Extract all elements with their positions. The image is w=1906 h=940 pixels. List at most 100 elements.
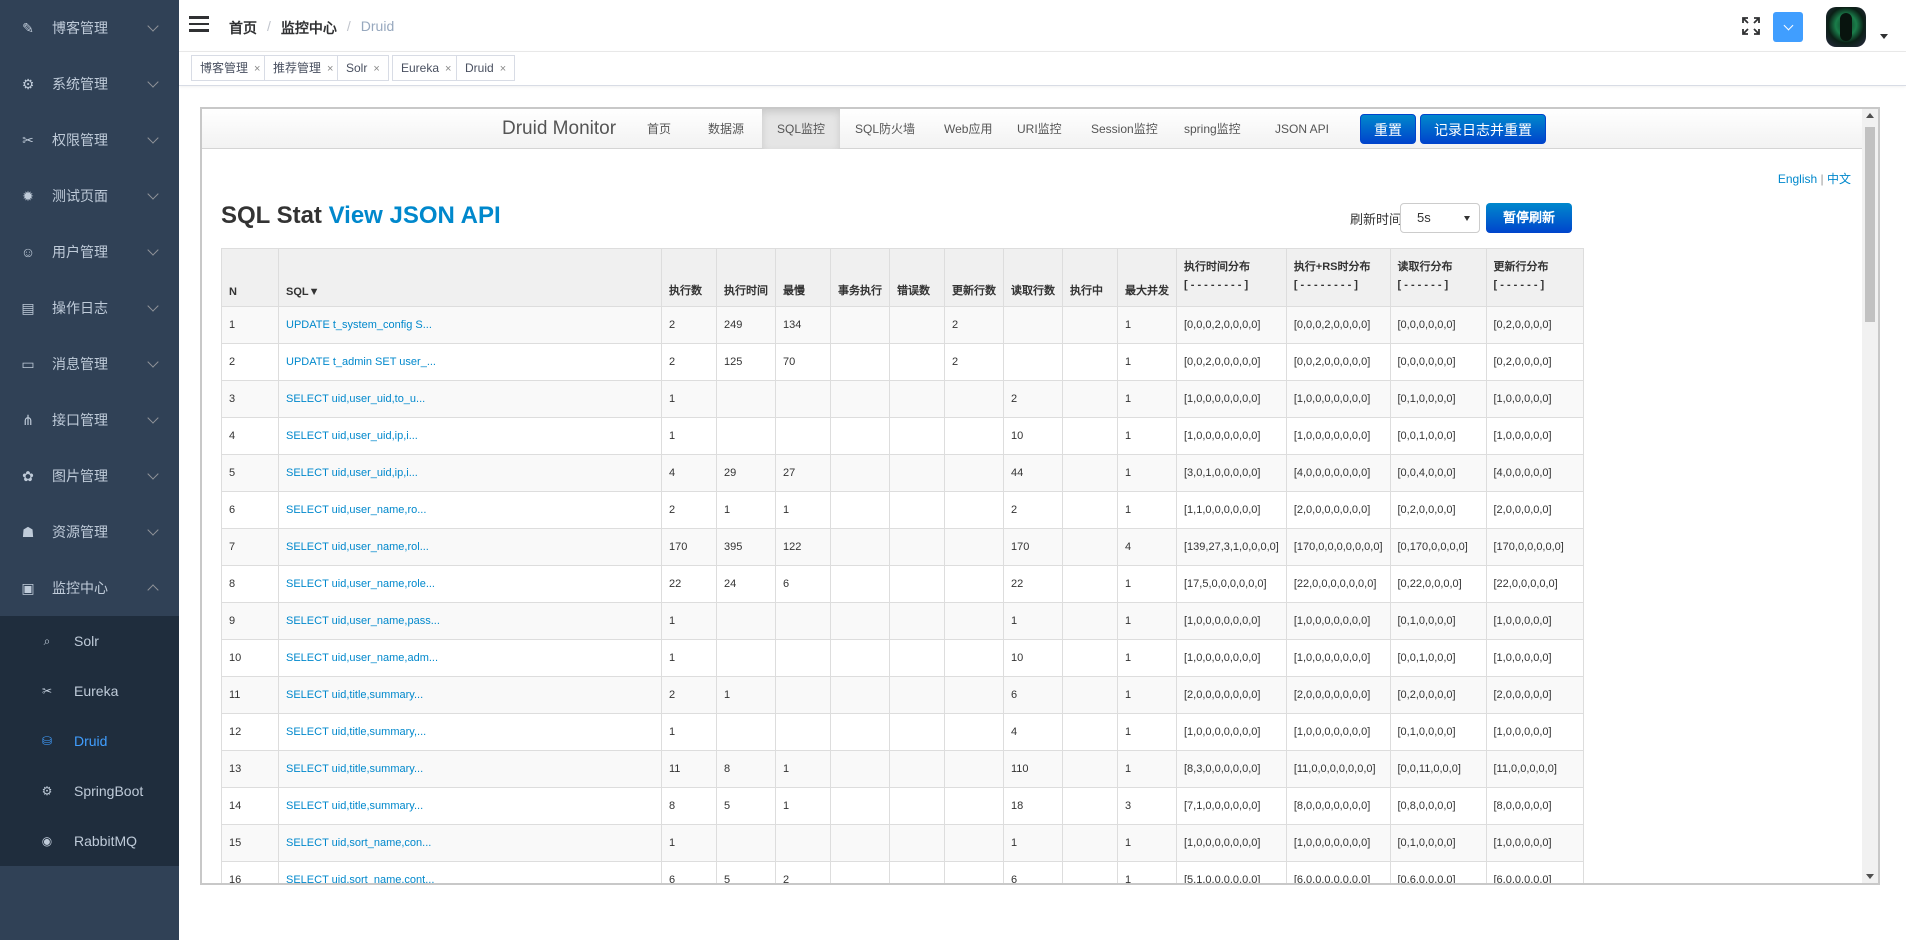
scroll-down-icon[interactable]: [1866, 874, 1874, 879]
log-and-reset-button[interactable]: 记录日志并重置: [1420, 114, 1546, 144]
column-header: 读取行数: [1003, 248, 1063, 307]
sql-link[interactable]: SELECT uid,user_name,rol...: [278, 528, 662, 566]
druid-nav-item[interactable]: SQL监控: [762, 109, 841, 149]
scroll-up-icon[interactable]: [1866, 113, 1874, 118]
avatar[interactable]: [1826, 7, 1866, 47]
chevron-down-icon: [147, 244, 159, 256]
tag-label: Druid: [465, 61, 494, 75]
table-cell: 1: [1117, 491, 1177, 529]
table-cell: [889, 639, 945, 677]
sql-link[interactable]: SELECT uid,user_name,pass...: [278, 602, 662, 640]
table-cell: [944, 787, 1004, 825]
druid-nav-item[interactable]: 数据源: [693, 109, 759, 149]
druid-nav-item[interactable]: Session监控: [1076, 109, 1173, 149]
caret-down-icon[interactable]: [1880, 34, 1888, 39]
pause-refresh-button[interactable]: 暂停刷新: [1486, 203, 1572, 233]
refresh-interval-select[interactable]: 5s: [1400, 203, 1480, 233]
sql-link[interactable]: SELECT uid,user_name,role...: [278, 565, 662, 603]
close-icon[interactable]: ×: [373, 63, 379, 75]
tag-item[interactable]: 博客管理 ×: [191, 55, 270, 81]
fullscreen-icon[interactable]: [1742, 17, 1760, 35]
table-cell: 1: [1117, 417, 1177, 455]
table-cell: 22: [661, 565, 717, 603]
table-cell: 1: [1117, 306, 1177, 344]
sidebar-item-8[interactable]: ✿ 图片管理: [0, 448, 179, 504]
sidebar-item-4[interactable]: ☺ 用户管理: [0, 224, 179, 280]
table-cell: [0,2,0,0,0,0]: [1485, 343, 1584, 381]
tag-item[interactable]: Eureka ×: [392, 55, 461, 81]
sql-link[interactable]: SELECT uid,title,summary...: [278, 676, 662, 714]
druid-nav-item[interactable]: URI监控: [1002, 109, 1077, 149]
sidebar-item-6[interactable]: ▭ 消息管理: [0, 336, 179, 392]
chevron-down-icon: [147, 20, 159, 32]
close-icon[interactable]: ×: [445, 63, 451, 75]
reset-button[interactable]: 重置: [1360, 114, 1416, 144]
druid-brand[interactable]: Druid Monitor: [502, 118, 616, 140]
table-cell: 1: [221, 306, 279, 344]
table-cell: [170,0,0,0,0,0]: [1485, 528, 1584, 566]
close-icon[interactable]: ×: [327, 63, 333, 75]
table-cell: [830, 750, 890, 788]
sidebar-item-7[interactable]: ⋔ 接口管理: [0, 392, 179, 448]
table-cell: 249: [716, 306, 776, 344]
submenu-item-2[interactable]: ⛁ Druid: [0, 716, 179, 766]
druid-nav-item[interactable]: 首页: [632, 109, 686, 149]
header-dropdown-button[interactable]: [1773, 12, 1803, 42]
druid-nav-item[interactable]: JSON API: [1260, 109, 1344, 149]
hamburger-icon[interactable]: [189, 16, 209, 34]
submenu-item-0[interactable]: ⌕ Solr: [0, 616, 179, 666]
table-cell: [889, 343, 945, 381]
submenu-item-label: RabbitMQ: [74, 833, 138, 849]
sidebar-item-10[interactable]: ▣ 监控中心: [0, 560, 179, 616]
close-icon[interactable]: ×: [500, 63, 506, 75]
sql-link[interactable]: SELECT uid,user_uid,ip,i...: [278, 454, 662, 492]
sql-link[interactable]: SELECT uid,sort_name,cont...: [278, 861, 662, 883]
lang-english-link[interactable]: English: [1778, 172, 1817, 186]
druid-nav-item[interactable]: spring监控: [1169, 109, 1256, 149]
tag-item[interactable]: Solr ×: [337, 55, 389, 81]
view-json-api-link[interactable]: View JSON API: [329, 202, 501, 229]
sql-link[interactable]: SELECT uid,title,summary...: [278, 750, 662, 788]
sidebar-item-label: 操作日志: [52, 300, 108, 316]
table-row: 2 UPDATE t_admin SET user_... 2 125 70 2 1 [0,0…: [221, 343, 1584, 381]
breadcrumb-home[interactable]: 首页: [229, 18, 257, 38]
submenu-item-3[interactable]: ⚙ SpringBoot: [0, 766, 179, 816]
sql-link[interactable]: SELECT uid,sort_name,con...: [278, 824, 662, 862]
sql-link[interactable]: SELECT uid,user_uid,to_u...: [278, 380, 662, 418]
chevron-down-icon: [147, 300, 159, 312]
sidebar-item-3[interactable]: ✹ 测试页面: [0, 168, 179, 224]
table-cell: [944, 713, 1004, 751]
table-cell: [1,1,0,0,0,0,0,0]: [1176, 491, 1287, 529]
column-header[interactable]: SQL▼: [278, 248, 662, 307]
submenu-item-1[interactable]: ✂ Eureka: [0, 666, 179, 716]
tag-item[interactable]: Druid ×: [456, 55, 516, 81]
sql-link[interactable]: UPDATE t_admin SET user_...: [278, 343, 662, 381]
sidebar-item-0[interactable]: ✎ 博客管理: [0, 0, 179, 56]
table-cell: 2: [775, 861, 831, 883]
table-cell: 27: [775, 454, 831, 492]
sidebar-item-2[interactable]: ✂ 权限管理: [0, 112, 179, 168]
tag-item[interactable]: 推荐管理 ×: [264, 55, 343, 81]
vertical-scrollbar[interactable]: [1862, 109, 1878, 883]
lang-chinese-link[interactable]: 中文: [1827, 172, 1851, 186]
table-cell: [2,0,0,0,0,0,0,0]: [1285, 491, 1391, 529]
table-cell: [8,0,0,0,0,0]: [1485, 787, 1584, 825]
sidebar-item-9[interactable]: ☗ 资源管理: [0, 504, 179, 560]
sql-link[interactable]: SELECT uid,title,summary,...: [278, 713, 662, 751]
scrollbar-thumb[interactable]: [1865, 127, 1875, 322]
sql-link[interactable]: SELECT uid,user_name,adm...: [278, 639, 662, 677]
close-icon[interactable]: ×: [254, 63, 260, 75]
sql-link[interactable]: SELECT uid,user_name,ro...: [278, 491, 662, 529]
table-cell: [889, 380, 945, 418]
table-cell: 9: [221, 602, 279, 640]
submenu-item-4[interactable]: ◉ RabbitMQ: [0, 816, 179, 866]
table-cell: [944, 565, 1004, 603]
sidebar-item-1[interactable]: ⚙ 系统管理: [0, 56, 179, 112]
table-cell: [944, 417, 1004, 455]
druid-nav-item[interactable]: Web应用: [929, 109, 1007, 149]
druid-nav-item[interactable]: SQL防火墙: [840, 109, 930, 149]
sql-link[interactable]: SELECT uid,user_uid,ip,i...: [278, 417, 662, 455]
sql-link[interactable]: SELECT uid,title,summary...: [278, 787, 662, 825]
sql-link[interactable]: UPDATE t_system_config S...: [278, 306, 662, 344]
sidebar-item-5[interactable]: ▤ 操作日志: [0, 280, 179, 336]
